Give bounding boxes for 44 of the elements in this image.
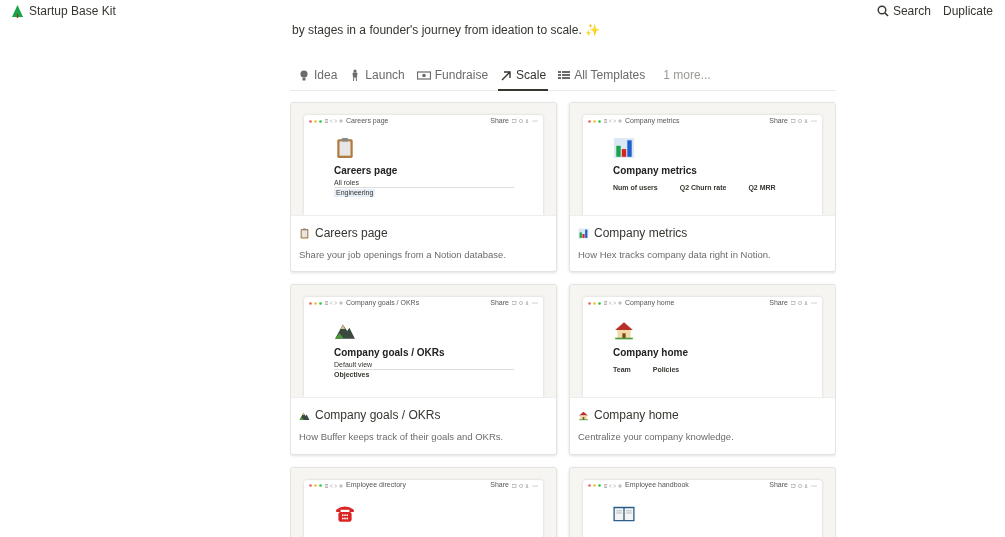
card-title: Company home xyxy=(594,407,679,425)
tab[interactable]: Idea xyxy=(296,66,340,91)
preview-page-title: Company goals / OKRs xyxy=(334,346,446,361)
card-description: Share your job openings from a Notion database. xyxy=(299,248,508,262)
window-controls-icon xyxy=(309,484,322,487)
preview-page-title: Careers page xyxy=(334,164,399,178)
bulb-icon xyxy=(298,69,310,81)
tab[interactable]: Fundraise xyxy=(414,66,491,91)
navigation-icon xyxy=(325,119,343,123)
search-icon xyxy=(876,5,889,17)
card-title: Careers page xyxy=(315,225,388,242)
tab[interactable]: Scale xyxy=(498,66,549,91)
duplicate-button[interactable]: Duplicate xyxy=(942,2,993,20)
card-description: Centralize your company knowledge. xyxy=(578,430,735,445)
window-controls-icon xyxy=(309,301,322,305)
navigation-icon xyxy=(325,483,343,488)
grid-icon xyxy=(558,69,571,81)
card-description: How Hex tracks company data right in Notion. xyxy=(578,248,772,262)
navigation-icon xyxy=(604,119,622,123)
window-controls-icon xyxy=(309,119,322,123)
window-controls-icon xyxy=(588,301,601,305)
navigation-icon xyxy=(604,483,622,488)
page-title[interactable]: Startup Base Kit xyxy=(29,2,116,20)
tab[interactable]: Launch xyxy=(347,66,407,91)
window-controls-icon xyxy=(588,484,601,487)
tab[interactable]: All Templates xyxy=(556,66,648,91)
tree-logo-icon xyxy=(12,4,23,18)
window-controls-icon xyxy=(588,119,601,123)
card-title: Company metrics xyxy=(594,225,688,242)
clipboard-icon xyxy=(334,137,356,159)
card-description: How Buffer keeps track of their goals and OKRs. xyxy=(299,430,505,445)
arrow-icon xyxy=(500,69,513,81)
preview-page-title: Company home xyxy=(613,346,689,361)
navigation-icon xyxy=(604,301,622,306)
bar-chart-icon xyxy=(613,137,635,159)
banknote-icon xyxy=(416,69,431,81)
intro-text: by stages in a founder's journey from ideation to scale. ✨ xyxy=(291,23,602,38)
search-button[interactable]: Search xyxy=(876,2,931,20)
clipboard-icon xyxy=(299,227,310,239)
bar-chart-icon xyxy=(578,227,589,239)
navigation-icon xyxy=(325,301,343,306)
house-icon xyxy=(578,409,589,421)
card-title: Company goals / OKRs xyxy=(315,407,441,425)
preview-page-title: Company metrics xyxy=(613,164,698,178)
